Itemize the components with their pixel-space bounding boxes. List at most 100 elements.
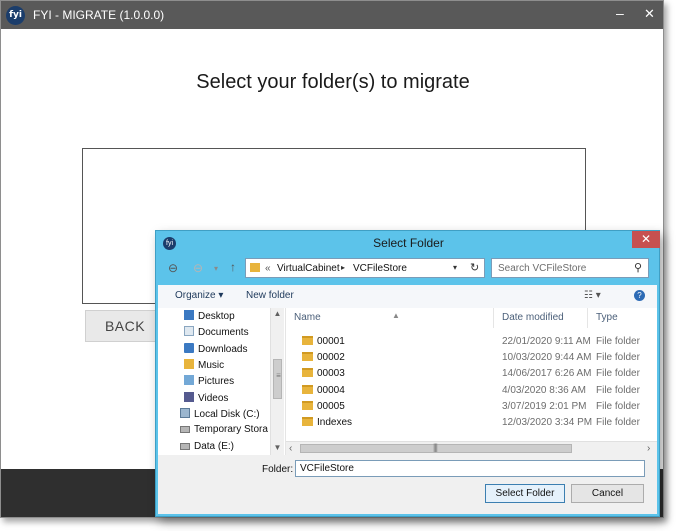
drive-icon — [180, 443, 190, 450]
dialog-toolbar: Organize ▾ New folder ☷ ▾ ? — [158, 285, 657, 309]
grip-icon: ||| — [433, 442, 438, 452]
folder-icon — [302, 336, 313, 345]
pictures-icon — [184, 375, 194, 385]
fyi-logo-icon: fyi — [6, 6, 25, 25]
folder-icon — [302, 368, 313, 377]
cancel-button[interactable]: Cancel — [571, 484, 644, 503]
app-title: FYI - MIGRATE (1.0.0.0) — [33, 8, 165, 22]
nav-item-local-disk[interactable]: Local Disk (C:) — [180, 408, 260, 422]
column-header-name[interactable]: Name ▲ — [286, 308, 494, 328]
downloads-icon — [184, 343, 194, 353]
nav-pane-scrollbar[interactable]: ▲ ≡ ▼ — [270, 308, 284, 455]
file-type: File folder — [596, 352, 640, 363]
select-folder-dialog: fyi Select Folder ✕ ⊖ ⊖ ▾ ↑ « VirtualCab… — [155, 230, 660, 517]
file-type: File folder — [596, 336, 640, 347]
navigation-pane: Desktop Documents Downloads Music Pictur… — [158, 308, 286, 455]
search-icon: ⚲ — [633, 262, 642, 274]
file-row[interactable]: 00005 3/07/2019 2:01 PM File folder — [286, 399, 657, 415]
local-disk-icon — [180, 408, 190, 418]
folder-label: Folder: — [262, 464, 294, 475]
column-header-date[interactable]: Date modified — [494, 308, 588, 328]
dialog-title: Select Folder — [373, 236, 444, 250]
nav-item-videos[interactable]: Videos — [184, 392, 228, 406]
drive-icon — [180, 426, 190, 433]
address-prefix: « — [265, 263, 271, 274]
view-options-icon[interactable]: ☷ ▾ — [584, 290, 601, 301]
file-row[interactable]: 00001 22/01/2020 9:11 AM File folder — [286, 334, 657, 350]
page-heading: Select your folder(s) to migrate — [196, 71, 470, 93]
file-name: 00002 — [317, 352, 345, 363]
nav-item-desktop[interactable]: Desktop — [184, 310, 235, 324]
scroll-down-arrow-icon[interactable]: ▼ — [271, 443, 284, 452]
address-crumb-vcfilestore[interactable]: VCFileStore — [353, 263, 407, 274]
music-icon — [184, 359, 194, 369]
select-folder-button[interactable]: Select Folder — [485, 484, 565, 503]
file-date: 4/03/2020 8:36 AM — [502, 385, 586, 396]
sort-arrow-icon: ▲ — [392, 311, 400, 320]
dialog-content: Desktop Documents Downloads Music Pictur… — [158, 308, 657, 455]
up-arrow-icon[interactable]: ↑ — [230, 260, 236, 274]
file-name: 00001 — [317, 336, 345, 347]
videos-icon — [184, 392, 194, 402]
recent-dropdown-icon[interactable]: ▾ — [214, 264, 218, 273]
folder-icon — [302, 417, 313, 426]
folder-icon — [250, 263, 260, 272]
minimize-button[interactable]: ‒ — [616, 5, 624, 21]
file-type: File folder — [596, 417, 640, 428]
nav-item-pictures[interactable]: Pictures — [184, 375, 234, 389]
dialog-bottom-bar: Folder: VCFileStore Select Folder Cancel — [158, 455, 657, 514]
documents-icon — [184, 326, 194, 336]
nav-item-downloads[interactable]: Downloads — [184, 343, 247, 357]
folder-field[interactable]: VCFileStore — [295, 460, 645, 477]
folder-icon — [302, 352, 313, 361]
search-box[interactable]: Search VCFileStore ⚲ — [491, 258, 649, 278]
file-row[interactable]: 00002 10/03/2020 9:44 AM File folder — [286, 350, 657, 366]
forward-arrow-icon[interactable]: ⊖ — [193, 261, 203, 275]
nav-item-music[interactable]: Music — [184, 359, 224, 373]
file-list-pane: Name ▲ Date modified Type 00001 22/01/20… — [286, 308, 657, 455]
scrollbar-thumb[interactable]: ≡ — [273, 359, 282, 399]
folder-icon — [302, 385, 313, 394]
file-list-hscrollbar[interactable]: ‹ ||| › — [286, 441, 657, 455]
address-bar[interactable]: « VirtualCabinet ▸ VCFileStore ▾ ↻ — [245, 258, 485, 278]
close-button[interactable]: ✕ — [644, 6, 655, 22]
file-row[interactable]: 00004 4/03/2020 8:36 AM File folder — [286, 383, 657, 399]
folder-icon — [302, 401, 313, 410]
scroll-right-arrow-icon[interactable]: › — [647, 443, 650, 454]
file-name: 00003 — [317, 368, 345, 379]
search-input[interactable]: Search VCFileStore — [498, 263, 586, 274]
file-type: File folder — [596, 401, 640, 412]
help-icon[interactable]: ? — [634, 290, 645, 301]
scroll-up-arrow-icon[interactable]: ▲ — [271, 309, 284, 318]
file-name: Indexes — [317, 417, 353, 428]
nav-item-documents[interactable]: Documents — [184, 326, 249, 340]
file-date: 10/03/2020 9:44 AM — [502, 352, 592, 363]
file-type: File folder — [596, 385, 640, 396]
new-folder-button[interactable]: New folder — [246, 290, 294, 301]
back-button[interactable]: BACK — [85, 310, 165, 342]
nav-item-data-drive[interactable]: Data (E:) — [180, 441, 234, 455]
address-crumb-virtualcabinet[interactable]: VirtualCabinet — [277, 263, 340, 274]
file-name: 00005 — [317, 401, 345, 412]
file-row[interactable]: Indexes 12/03/2020 3:34 PM File folder — [286, 415, 657, 431]
hscrollbar-thumb[interactable]: ||| — [300, 442, 572, 453]
address-separator[interactable]: ▸ — [341, 263, 345, 272]
column-header-type[interactable]: Type — [588, 308, 657, 328]
file-date: 14/06/2017 6:26 AM — [502, 368, 592, 379]
file-type: File folder — [596, 368, 640, 379]
file-date: 12/03/2020 3:34 PM — [502, 417, 593, 428]
refresh-icon[interactable]: ↻ — [470, 261, 479, 274]
grip-icon: ≡ — [276, 371, 281, 380]
desktop-icon — [184, 310, 194, 320]
dialog-close-button[interactable]: ✕ — [632, 231, 660, 248]
file-row[interactable]: 00003 14/06/2017 6:26 AM File folder — [286, 366, 657, 382]
nav-item-temporary-storage[interactable]: Temporary Stora — [180, 424, 268, 438]
file-date: 22/01/2020 9:11 AM — [502, 336, 591, 347]
file-name: 00004 — [317, 385, 345, 396]
file-date: 3/07/2019 2:01 PM — [502, 401, 587, 412]
scroll-left-arrow-icon[interactable]: ‹ — [289, 443, 292, 454]
back-arrow-icon[interactable]: ⊖ — [168, 261, 178, 275]
app-titlebar: fyi FYI - MIGRATE (1.0.0.0) ‒ ✕ — [1, 1, 663, 29]
address-dropdown-icon[interactable]: ▾ — [453, 263, 457, 272]
organize-button[interactable]: Organize ▾ — [175, 290, 223, 301]
